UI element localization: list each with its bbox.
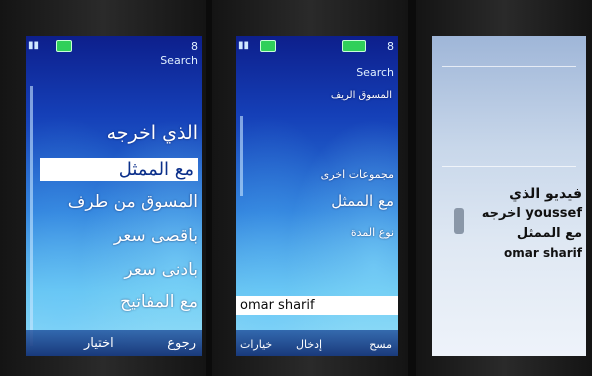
screen-title: Search (160, 54, 198, 67)
status-number: 8 (387, 40, 394, 53)
softkey-bar: خيارات إدخال مسح (236, 330, 398, 356)
phone-screen-1: ▮▮ 8 Search الذي اخرجه مع الممثل المسوق … (26, 36, 202, 356)
screen-subtitle: المسوق الريف (330, 90, 392, 101)
phone-frame-2: ▮▮ 8 Search المسوق الريف مجموعات اخرى مع… (212, 0, 408, 376)
menu-item-other-groups[interactable]: مجموعات اخرى (321, 168, 394, 181)
result-line-3: مع الممثل (516, 226, 582, 241)
phone-screen-2: ▮▮ 8 Search المسوق الريف مجموعات اخرى مع… (236, 36, 398, 356)
menu-item-duration-type[interactable]: نوع المدة (351, 226, 394, 239)
menu-item-with-keywords[interactable]: مع المفاتيح (120, 292, 198, 312)
softkey-clear[interactable]: مسح (369, 338, 392, 351)
status-bar: ▮▮ 8 Search (26, 36, 202, 67)
menu-item-directed-by[interactable]: الذي اخرجه (107, 122, 198, 144)
battery-icon (56, 40, 72, 52)
softkey-options[interactable]: خيارات (240, 338, 272, 351)
search-input[interactable]: omar sharif (236, 296, 398, 315)
phone-screen-3: فيديو الذي اخرجه youssef مع الممثل omar … (432, 36, 586, 356)
divider (442, 66, 576, 67)
softkey-select[interactable]: اختيار (84, 336, 114, 351)
menu-item-min-price[interactable]: بادنى سعر (124, 260, 198, 280)
scrollbar[interactable] (30, 86, 33, 346)
menu-item-max-price[interactable]: باقصى سعر (114, 226, 198, 246)
result-line-2: اخرجه youssef (481, 206, 582, 221)
status-number: 8 (191, 40, 198, 53)
status-bar: ▮▮ 8 Search (236, 36, 398, 79)
softkey-bar: اختيار رجوع (26, 330, 202, 356)
phone-frame-3: فيديو الذي اخرجه youssef مع الممثل omar … (416, 0, 592, 376)
battery-icon (260, 40, 276, 52)
film-reel-icon (454, 208, 464, 234)
menu-item-with-actor[interactable]: مع الممثل (331, 192, 394, 210)
network-indicator-icon (342, 40, 366, 52)
signal-icon: ▮▮ (28, 40, 40, 51)
softkey-enter[interactable]: إدخال (296, 338, 322, 351)
result-line-4: omar sharif (504, 246, 582, 260)
signal-icon: ▮▮ (238, 40, 250, 51)
screen-title: Search (356, 66, 394, 79)
scrollbar[interactable] (240, 116, 243, 196)
divider (442, 166, 576, 167)
menu-item-with-actor[interactable]: مع الممثل (40, 158, 198, 181)
softkey-back[interactable]: رجوع (167, 336, 196, 351)
menu-item-marketed-by[interactable]: المسوق من طرف (68, 192, 198, 212)
result-line-1: فيديو الذي (509, 186, 582, 202)
phone-frame-1: ▮▮ 8 Search الذي اخرجه مع الممثل المسوق … (0, 0, 206, 376)
